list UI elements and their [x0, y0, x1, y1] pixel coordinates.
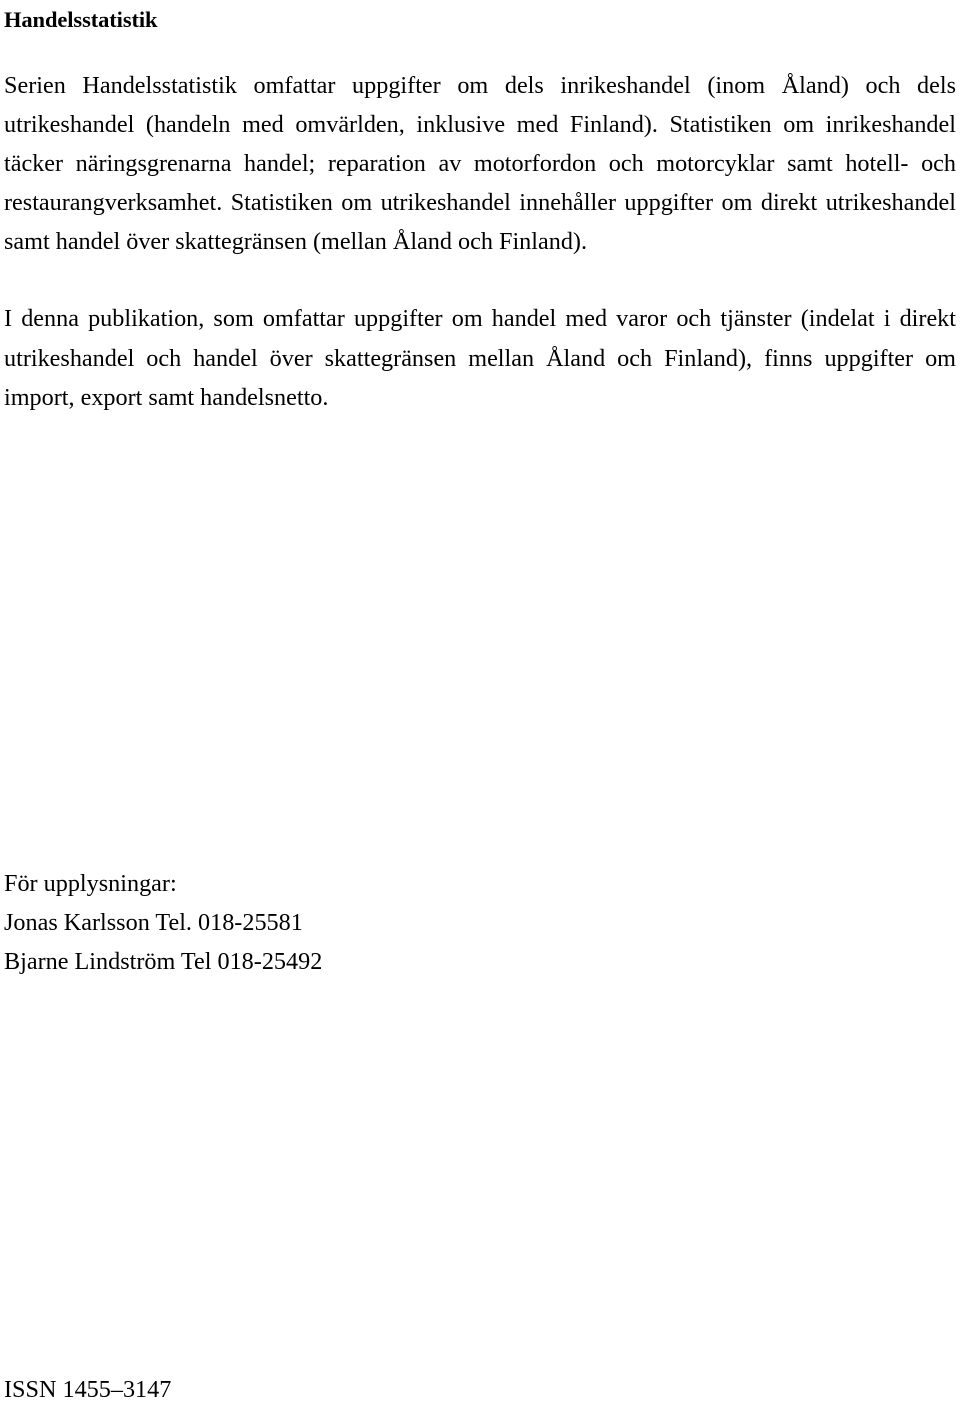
issn-footer: ISSN 1455–3147 — [4, 1376, 172, 1403]
document-page: Handelsstatistik Serien Handelsstatistik… — [0, 0, 960, 1409]
intro-paragraph: Serien Handelsstatistik omfattar uppgift… — [4, 72, 956, 256]
contact-information: För upplysningar: Jonas Karlsson Tel. 01… — [4, 864, 704, 981]
contact-person-jonas-karlsson: Jonas Karlsson Tel. 018-25581 — [4, 909, 303, 937]
document-content: Handelsstatistik Serien Handelsstatistik… — [4, 0, 956, 417]
publication-scope-paragraph: I denna publikation, som omfattar uppgif… — [4, 305, 956, 411]
contact-person-bjarne-lindstrom: Bjarne Lindström Tel 018-25492 — [4, 948, 323, 976]
page-title: Handelsstatistik — [4, 7, 158, 32]
contact-heading: För upplysningar: — [4, 870, 177, 897]
